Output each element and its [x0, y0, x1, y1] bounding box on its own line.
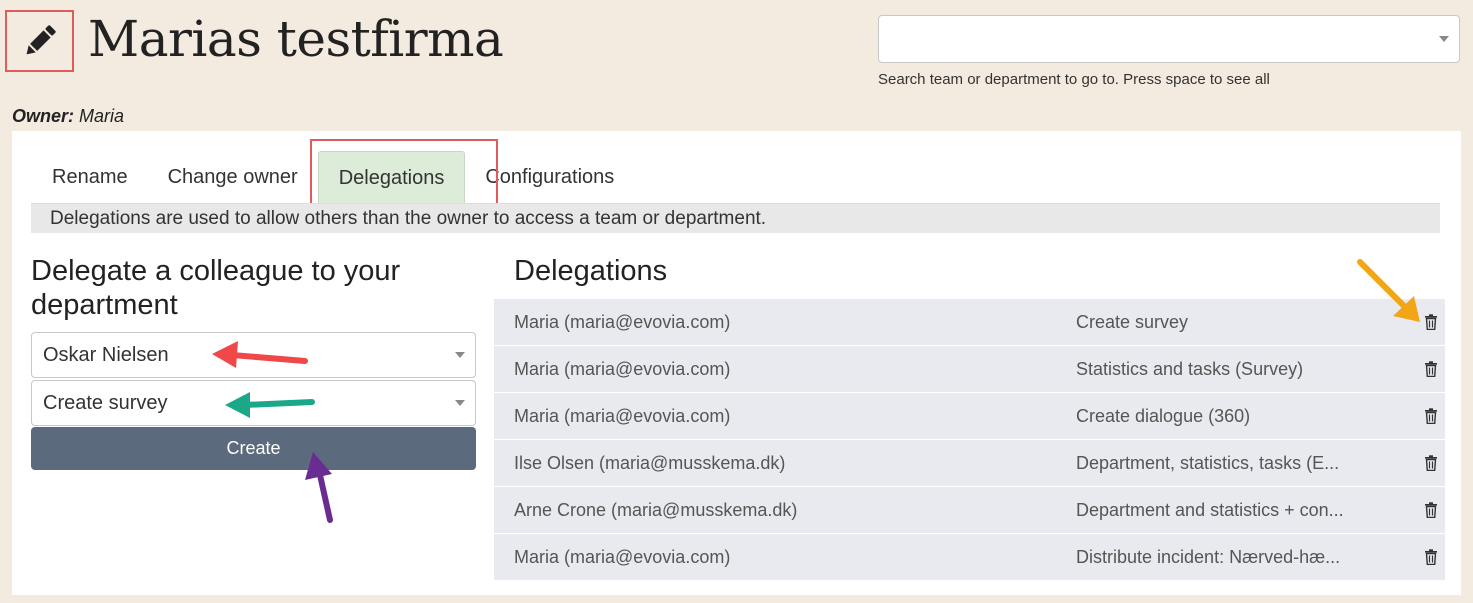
- delegate-name: Maria (maria@evovia.com): [514, 312, 731, 332]
- trash-icon[interactable]: [1424, 361, 1438, 377]
- table-row: Ilse Olsen (maria@musskema.dk) Departmen…: [494, 440, 1445, 487]
- owner-name: Maria: [79, 106, 125, 126]
- trash-icon[interactable]: [1424, 314, 1438, 330]
- tab-delegations[interactable]: Delegations: [317, 151, 466, 203]
- tab-rename[interactable]: Rename: [32, 151, 148, 203]
- chevron-down-icon: [455, 400, 465, 406]
- create-button[interactable]: Create: [31, 427, 476, 470]
- table-row: Arne Crone (maria@musskema.dk) Departmen…: [494, 487, 1445, 534]
- tab-configurations[interactable]: Configurations: [465, 151, 634, 203]
- delegations-heading: Delegations: [514, 255, 668, 287]
- trash-icon[interactable]: [1424, 455, 1438, 471]
- trash-icon[interactable]: [1424, 408, 1438, 424]
- team-search-select[interactable]: [878, 15, 1460, 63]
- permission-value: Create survey: [43, 392, 168, 414]
- delegate-name: Ilse Olsen (maria@musskema.dk): [514, 453, 786, 473]
- trash-icon[interactable]: [1424, 502, 1438, 518]
- delegations-table: Maria (maria@evovia.com) Create survey M…: [494, 299, 1445, 581]
- info-bar: Delegations are used to allow others tha…: [31, 203, 1440, 233]
- delegate-permission: Distribute incident: Nærved-hæ...: [1076, 547, 1341, 567]
- permission-select[interactable]: Create survey: [31, 380, 476, 426]
- trash-icon[interactable]: [1424, 549, 1438, 565]
- owner-line: Owner: Maria: [12, 106, 124, 127]
- colleague-value: Oskar Nielsen: [43, 344, 169, 366]
- delegate-name: Maria (maria@evovia.com): [514, 547, 731, 567]
- chevron-down-icon: [455, 352, 465, 358]
- delegate-name: Maria (maria@evovia.com): [514, 406, 731, 426]
- delegate-permission: Create dialogue (360): [1076, 406, 1251, 426]
- delegate-name: Maria (maria@evovia.com): [514, 359, 731, 379]
- table-row: Maria (maria@evovia.com) Distribute inci…: [494, 534, 1445, 581]
- delegate-permission: Create survey: [1076, 312, 1189, 332]
- table-row: Maria (maria@evovia.com) Create dialogue…: [494, 393, 1445, 440]
- search-hint: Search team or department to go to. Pres…: [878, 71, 1270, 88]
- table-row: Maria (maria@evovia.com) Statistics and …: [494, 346, 1445, 393]
- page-title: Marias testfirma: [88, 10, 504, 68]
- table-row: Maria (maria@evovia.com) Create survey: [494, 299, 1445, 346]
- delegate-permission: Department and statistics + con...: [1076, 500, 1344, 520]
- chevron-down-icon: [1439, 36, 1449, 42]
- main-panel: Rename Change owner Delegations Configur…: [12, 131, 1461, 595]
- edit-button[interactable]: [5, 10, 74, 72]
- delegate-heading: Delegate a colleague to your department: [31, 255, 401, 321]
- owner-label: Owner:: [12, 106, 75, 126]
- colleague-select[interactable]: Oskar Nielsen: [31, 332, 476, 378]
- pencil-icon: [26, 25, 56, 55]
- delegate-permission: Statistics and tasks (Survey): [1076, 359, 1304, 379]
- delegate-permission: Department, statistics, tasks (E...: [1076, 453, 1340, 473]
- delegate-name: Arne Crone (maria@musskema.dk): [514, 500, 798, 520]
- tab-change-owner[interactable]: Change owner: [148, 151, 318, 203]
- tab-bar: Rename Change owner Delegations Configur…: [32, 151, 634, 203]
